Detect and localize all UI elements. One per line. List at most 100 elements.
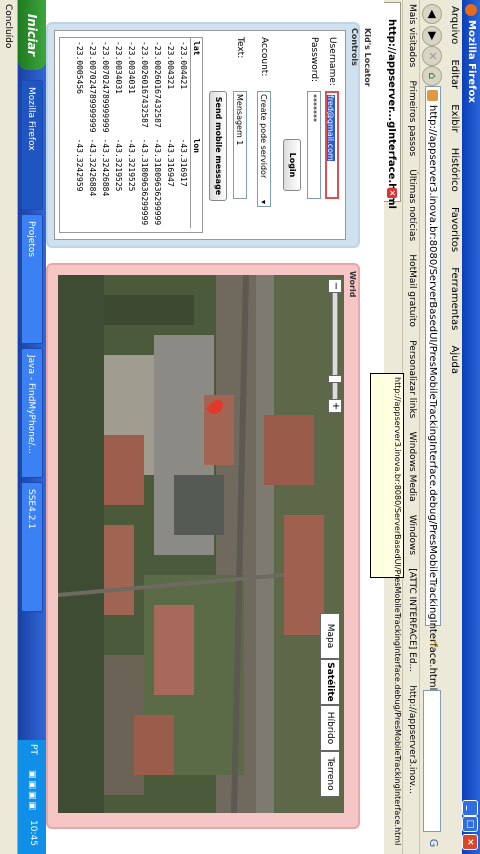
lon-cell: -43.3219525 [127, 138, 136, 192]
send-mobile-message-button[interactable]: Send mobile message [209, 91, 227, 201]
table-row[interactable]: -23.0034031 -43.3219525 [112, 38, 125, 228]
lon-cell: -43.31809636299999 [153, 138, 162, 226]
back-arrow-icon[interactable]: ◀ [422, 4, 442, 24]
status-bar: Concluído [0, 0, 18, 854]
lat-cell: -23.004321 [166, 41, 175, 90]
bookmark-item[interactable]: Windows [407, 515, 417, 555]
table-row[interactable]: -23.004321 -43.316947 [164, 38, 177, 228]
task-sse[interactable]: SSE4.2.1 [21, 482, 43, 612]
bookmark-item[interactable]: Windows Media [407, 432, 417, 502]
bookmark-item[interactable]: Últimas notícias [407, 169, 417, 241]
lon-cell: -43.32426884 [101, 138, 110, 197]
zoom-out-button[interactable]: − [328, 279, 342, 293]
lat-cell: -23.0034031 [127, 41, 136, 94]
table-row[interactable]: -23.007024789999999 -43.32426884 [99, 38, 112, 228]
bookmark-item[interactable]: Primeiros passos [407, 81, 417, 157]
lat-cell: -23.004421 [179, 41, 188, 90]
map-type-mapa[interactable]: Mapa [320, 613, 340, 659]
table-row[interactable]: -23.007024789999999 -43.32426884 [86, 38, 99, 228]
menu-historico[interactable]: Histórico [449, 148, 460, 192]
task-firefox[interactable]: Mozilla Firefox [21, 80, 43, 210]
lat-cell: -23.007024789999999 [101, 41, 110, 133]
bookmark-item[interactable]: Mais visitados [407, 4, 417, 67]
lon-cell: -43.3242959 [75, 138, 84, 192]
satellite-map[interactable]: Mapa Satélite Híbrido Terreno − + [58, 275, 344, 813]
minimize-button[interactable]: _ [462, 800, 478, 816]
controls-panel: Controls Username: fred@gmail.com Passwo… [46, 22, 360, 248]
map-type-terreno[interactable]: Terreno [320, 751, 340, 797]
zoom-slider-handle[interactable] [328, 375, 342, 383]
menu-ajuda[interactable]: Ajuda [449, 346, 460, 374]
account-label: Account: [259, 37, 269, 77]
col-header-lat: lat [190, 38, 202, 136]
close-tab-icon[interactable]: × [387, 188, 397, 198]
table-row[interactable]: -23.00260167432587 -43.31809636299999 [151, 38, 164, 228]
bookmark-item[interactable]: [ATTC INTERFACE] Ed... [407, 568, 417, 672]
lon-cell: -43.3219525 [114, 138, 123, 192]
lat-cell: -23.0005456 [75, 41, 84, 94]
lat-cell: -23.0034031 [114, 41, 123, 94]
message-field[interactable]: Mensagem 1 [233, 91, 247, 199]
account-select[interactable]: Create pode servidor ▾ [257, 91, 271, 207]
search-engine-icon[interactable]: G [424, 834, 442, 852]
bookmark-star-icon[interactable]: ☆ [424, 634, 442, 652]
username-value: fred@gmail.com [326, 95, 335, 161]
url-bar[interactable]: http://appserver3.inova.br:8080/ServerBa… [425, 86, 441, 690]
menu-favoritos[interactable]: Favoritos [449, 207, 460, 252]
home-icon[interactable]: ⌂ [422, 66, 442, 86]
map-type-satelite[interactable]: Satélite [320, 659, 340, 705]
zoom-slider[interactable] [332, 289, 338, 401]
maximize-button[interactable]: □ [462, 816, 478, 832]
bookmarks-toolbar: Mais visitados Primeiros passos Últimas … [402, 0, 419, 854]
table-row[interactable]: -23.00260167432587 -43.31809636299999 [138, 38, 151, 228]
stop-icon[interactable]: ✕ [422, 46, 442, 66]
bookmark-item[interactable]: Personalizar links [407, 340, 417, 418]
system-tray: PT ▣▣▣▣ 10:45 [18, 740, 46, 854]
firefox-logo-icon [465, 4, 477, 16]
windows-taskbar: Iniciar Mozilla Firefox Projetos Java - … [18, 0, 46, 854]
password-label: Password: [309, 37, 319, 83]
close-window-button[interactable]: × [462, 834, 478, 850]
start-button[interactable]: Iniciar [18, 0, 46, 70]
login-button[interactable]: Login [283, 139, 301, 191]
world-panel-title: World [348, 271, 357, 298]
text-label: Text: [235, 37, 245, 59]
url-tooltip: http://appserver3.inova.br:8080/ServerBa… [370, 373, 404, 845]
lon-cell: -43.32426884 [88, 138, 97, 197]
task-java[interactable]: Java - FindMyPhone/... [21, 348, 43, 478]
world-panel: World Mapa Satélite Híbrido Terreno − + [46, 263, 360, 829]
menu-ferramentas[interactable]: Ferramentas [449, 267, 460, 330]
tab-active[interactable]: http://appserver...gInterface.html × [384, 2, 401, 209]
menu-exibir[interactable]: Exibir [449, 104, 460, 132]
table-row[interactable]: -23.004421 -43.316917 [177, 38, 191, 228]
window-title-bar[interactable]: Mozilla Firefox _ □ × [462, 0, 480, 854]
username-label: Username: [327, 37, 337, 86]
navigation-toolbar: ◀ ▶ ✕ ⌂ http://appserver3.inova.br:8080/… [419, 0, 446, 854]
menu-editar[interactable]: Editar [449, 59, 460, 89]
bookmark-item[interactable]: http://appserver3.inov... [407, 685, 417, 794]
lat-cell: -23.007024789999999 [88, 41, 97, 133]
task-projetos[interactable]: Projetos [21, 214, 43, 344]
language-indicator[interactable]: PT [28, 744, 38, 755]
password-field[interactable]: ******* [307, 91, 321, 199]
lon-cell: -43.316917 [179, 138, 188, 187]
search-input[interactable] [423, 690, 441, 832]
forward-arrow-icon[interactable]: ▶ [422, 26, 442, 46]
table-row[interactable]: -23.0034031 -43.3219525 [125, 38, 138, 228]
lon-cell: -43.316947 [166, 138, 175, 187]
coordinates-table-container[interactable]: lat lon -23.004421 -43.316917 -23.004321-… [59, 37, 203, 233]
map-imagery [58, 275, 344, 813]
menu-bar: Arquivo Editar Exibir Histórico Favorito… [446, 0, 462, 854]
url-text: http://appserver3.inova.br:8080/ServerBa… [427, 105, 438, 691]
chevron-down-icon: ▾ [259, 199, 268, 204]
menu-arquivo[interactable]: Arquivo [449, 6, 460, 44]
bookmark-item[interactable]: HotMail gratuito [407, 254, 417, 327]
clock[interactable]: 10:45 [28, 820, 38, 846]
screen-root: Mozilla Firefox _ □ × Arquivo Editar Exi… [0, 0, 480, 854]
map-type-hibrido[interactable]: Híbrido [320, 705, 340, 751]
username-field[interactable]: fred@gmail.com [325, 91, 339, 199]
zoom-in-button[interactable]: + [328, 399, 342, 413]
coordinates-table: lat lon -23.004421 -43.316917 -23.004321-… [73, 38, 202, 229]
tray-icons[interactable]: ▣▣▣▣ [27, 770, 37, 812]
table-row[interactable]: -23.0005456 -43.3242959 [73, 38, 86, 228]
